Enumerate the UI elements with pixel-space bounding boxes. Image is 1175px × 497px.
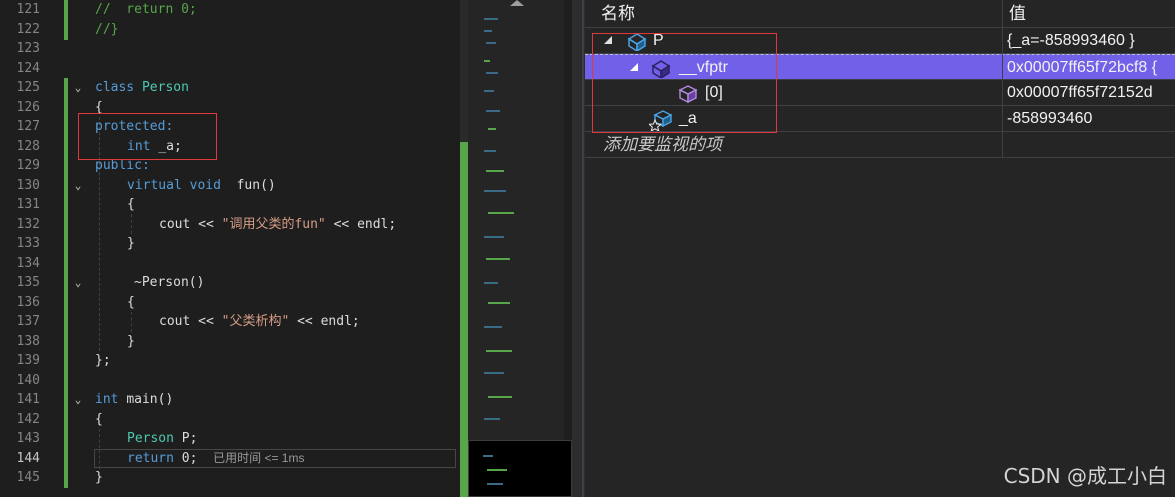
code-line-145: } [95, 470, 103, 485]
line-number: 131 [16, 197, 40, 212]
line-number: 134 [16, 255, 40, 271]
add-watch-placeholder[interactable]: 添加要监视的项 [603, 132, 722, 158]
line-number: 133 [16, 236, 40, 251]
code-line-138: } [127, 333, 135, 349]
line-number: 128 [16, 138, 40, 154]
code-line-131: { [127, 197, 135, 212]
fold-toggle-icon[interactable]: ⌄ [72, 176, 84, 196]
line-number: 141 [16, 392, 40, 407]
line-number: 123 [16, 41, 40, 56]
annotation-box [78, 113, 217, 160]
fold-toggle-icon[interactable]: ⌄ [72, 390, 84, 410]
add-watch-row[interactable]: 添加要监视的项 [585, 132, 1175, 158]
fold-toggle-icon[interactable]: ⌄ [72, 78, 84, 98]
column-header-name[interactable]: 名称 [585, 0, 1003, 28]
tilde: ~ [134, 275, 142, 290]
code-text: << endl; [289, 314, 360, 329]
column-header-value[interactable]: 值 [1003, 0, 1175, 28]
keyword: int [95, 392, 119, 407]
line-number: 143 [16, 431, 40, 446]
column-separator[interactable] [1002, 0, 1003, 158]
code-text: cout << [159, 216, 222, 232]
perf-tip: 已用时间 <= 1ms [213, 450, 305, 465]
code-line-141: int main() [95, 390, 173, 410]
code-line-122: //} [95, 21, 119, 37]
string-literal: "父类析构" [221, 314, 290, 329]
class-name: Person [141, 80, 189, 95]
line-number: 129 [16, 158, 40, 173]
line-number: 121 [16, 2, 40, 17]
line-number: 126 [16, 99, 40, 115]
indent-guide [131, 312, 132, 332]
annotation-box [592, 33, 777, 133]
keyword: void [189, 177, 221, 193]
destructor-name: Person() [141, 275, 205, 290]
fold-toggle-icon[interactable]: ⌄ [72, 273, 84, 293]
code-text: cout << [159, 314, 222, 329]
change-indicator [64, 78, 68, 488]
string-literal: "调用父类的fun" [221, 216, 326, 232]
watch-row-value[interactable]: 0x00007ff65f72bcf8 { [1007, 55, 1175, 81]
code-line-130: virtual void fun() [127, 176, 276, 196]
code-line-142: { [95, 411, 103, 427]
minimap-change-bar [460, 142, 468, 497]
line-number: 137 [16, 314, 40, 329]
function-name: fun() [236, 177, 276, 193]
line-number: 135 [16, 275, 40, 290]
line-number: 136 [16, 294, 40, 310]
code-line-133: } [127, 236, 135, 251]
scroll-up-arrow-icon[interactable] [510, 0, 524, 6]
code-line-125: class Person [95, 78, 189, 98]
code-line-144: return 0; 已用时间 <= 1ms [127, 449, 304, 469]
keyword: virtual [127, 177, 182, 193]
line-number: 142 [16, 411, 40, 427]
keyword: return [127, 450, 174, 466]
indent-guide [131, 214, 132, 234]
line-number: 140 [16, 372, 40, 388]
line-number: 122 [16, 21, 40, 37]
watermark: CSDN @成工小白 [1003, 464, 1167, 488]
type-name: Person [127, 431, 174, 446]
watch-row-value[interactable]: {_a=-858993460 } [1007, 28, 1175, 54]
code-line-121: // return 0; [95, 2, 197, 17]
code-line-132: cout << "调用父类的fun" << endl; [159, 215, 396, 235]
line-number: 127 [16, 119, 40, 134]
line-number: 124 [16, 60, 40, 76]
watch-row-value[interactable]: -858993460 [1007, 106, 1175, 132]
pane-splitter[interactable] [572, 0, 585, 497]
line-number: 132 [16, 216, 40, 232]
minimap-body [468, 0, 564, 497]
line-number: 145 [16, 470, 40, 485]
code-text: << endl; [325, 216, 397, 232]
function-name: main() [126, 392, 174, 407]
number-literal: 0; [181, 450, 198, 466]
watch-row-value[interactable]: 0x00007ff65f72152d [1007, 80, 1175, 106]
line-number: 138 [16, 333, 40, 349]
splitter-line [582, 0, 584, 497]
watch-window[interactable]: 名称 值 P {_a=-858993460 } __vfptr 0x00007f… [585, 0, 1175, 497]
code-line-135: ~Person() [134, 273, 204, 293]
minimap-viewport[interactable] [468, 440, 572, 497]
change-indicator [64, 0, 68, 40]
code-editor[interactable]: 121 122 123 124 125 126 127 128 129 130 … [0, 0, 460, 497]
code-line-137: cout << "父类析构" << endl; [159, 312, 360, 332]
code-line-139: }; [95, 353, 111, 368]
code-line-136: { [127, 294, 135, 310]
line-number: 139 [16, 353, 40, 368]
code-minimap[interactable] [460, 0, 572, 497]
line-number-current: 144 [16, 450, 40, 466]
identifier: P; [181, 431, 198, 446]
keyword: class [95, 80, 135, 95]
code-line-143: Person P; [127, 429, 197, 449]
line-number: 130 [16, 177, 40, 193]
line-number: 125 [16, 80, 40, 95]
